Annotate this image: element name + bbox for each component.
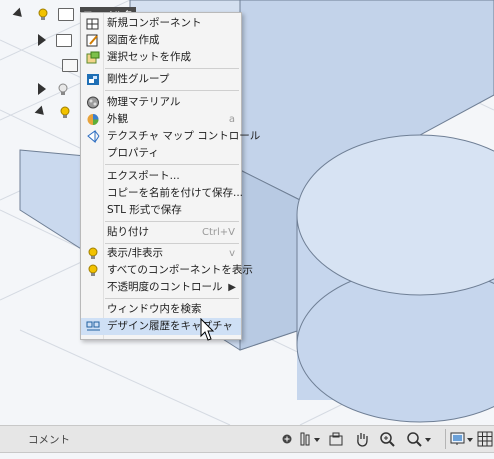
capture-history-icon bbox=[86, 320, 100, 333]
menu-separator bbox=[105, 164, 239, 165]
menu-item-save-copy-as[interactable]: コピーを名前を付けて保存... bbox=[81, 185, 243, 202]
zoom-window-dropdown-icon[interactable] bbox=[404, 430, 434, 448]
expand-arrow-icon[interactable] bbox=[38, 83, 46, 95]
cylinder-body[interactable] bbox=[296, 134, 494, 423]
context-menu: 新規コンポーネント 図面を作成 選択セットを作成 剛性グループ 物理マテリアル … bbox=[80, 12, 260, 340]
tree-item-row[interactable] bbox=[34, 103, 70, 121]
orbit-tool-icon[interactable] bbox=[297, 430, 323, 448]
material-icon bbox=[86, 96, 100, 109]
appearance-icon bbox=[86, 113, 100, 126]
menu-item-create-selection-set[interactable]: 選択セットを作成 bbox=[81, 49, 241, 66]
selection-set-icon bbox=[86, 51, 100, 64]
mouse-cursor-icon bbox=[200, 318, 215, 341]
menu-separator bbox=[105, 68, 239, 69]
menu-item-show-hide[interactable]: 表示/非表示 v bbox=[81, 245, 241, 262]
tree-item-row[interactable] bbox=[38, 31, 72, 49]
menu-separator bbox=[105, 243, 239, 244]
menu-item-appearance[interactable]: 外観 a bbox=[81, 111, 241, 128]
menu-item-texture-map-controls[interactable]: テクスチャ マップ コントロール bbox=[81, 128, 260, 145]
rigid-group-icon bbox=[86, 73, 100, 86]
bulb-icon bbox=[86, 264, 100, 277]
add-comment-icon[interactable] bbox=[281, 430, 293, 448]
folder-icon bbox=[56, 33, 72, 47]
bulb-icon bbox=[86, 247, 100, 260]
menu-separator bbox=[105, 221, 239, 222]
toolbar-divider bbox=[445, 429, 446, 449]
grid-settings-icon[interactable] bbox=[477, 430, 493, 448]
bulb-icon[interactable] bbox=[38, 8, 48, 20]
texture-map-icon bbox=[86, 130, 100, 144]
component-icon bbox=[58, 7, 74, 21]
menu-separator bbox=[105, 298, 239, 299]
comment-label[interactable]: コメント bbox=[28, 432, 70, 447]
zoom-icon[interactable] bbox=[378, 430, 398, 448]
document-icon bbox=[62, 58, 78, 72]
menu-item-export[interactable]: エクスポート... bbox=[81, 168, 241, 185]
menu-item-physical-material[interactable]: 物理マテリアル bbox=[81, 94, 241, 111]
collapse-arrow-icon[interactable] bbox=[34, 105, 48, 119]
look-at-icon[interactable] bbox=[327, 430, 345, 448]
pan-hand-icon[interactable] bbox=[353, 430, 371, 448]
menu-item-opacity-control[interactable]: 不透明度のコントロール ▶ bbox=[81, 279, 241, 296]
bulb-icon[interactable] bbox=[58, 83, 68, 95]
menu-item-show-all-components[interactable]: すべてのコンポーネントを表示 bbox=[81, 262, 253, 279]
menu-item-rigid-group[interactable]: 剛性グループ bbox=[81, 71, 241, 88]
display-settings-icon[interactable] bbox=[449, 430, 475, 448]
expand-arrow-icon[interactable] bbox=[38, 34, 46, 46]
collapse-arrow-icon[interactable] bbox=[12, 7, 26, 21]
tree-item-row[interactable] bbox=[62, 56, 78, 74]
menu-item-find-in-window[interactable]: ウィンドウ内を検索 bbox=[81, 301, 241, 318]
menu-item-capture-design-history[interactable]: デザイン履歴をキャプチャ bbox=[81, 318, 241, 335]
bulb-icon[interactable] bbox=[60, 106, 70, 118]
menu-item-paste[interactable]: 貼り付け Ctrl+V bbox=[81, 224, 241, 241]
menu-item-properties[interactable]: プロパティ bbox=[81, 145, 241, 162]
tree-item-row[interactable] bbox=[38, 80, 68, 98]
menu-item-new-component[interactable]: 新規コンポーネント bbox=[81, 15, 241, 32]
menu-separator bbox=[105, 90, 239, 91]
new-component-icon bbox=[86, 17, 100, 30]
submenu-arrow-icon: ▶ bbox=[228, 282, 236, 293]
menu-item-save-as-stl[interactable]: STL 形式で保存 bbox=[81, 202, 241, 219]
menu-item-create-drawing[interactable]: 図面を作成 bbox=[81, 32, 241, 49]
drawing-icon bbox=[86, 34, 100, 47]
navigation-bar: コメント bbox=[0, 425, 494, 453]
